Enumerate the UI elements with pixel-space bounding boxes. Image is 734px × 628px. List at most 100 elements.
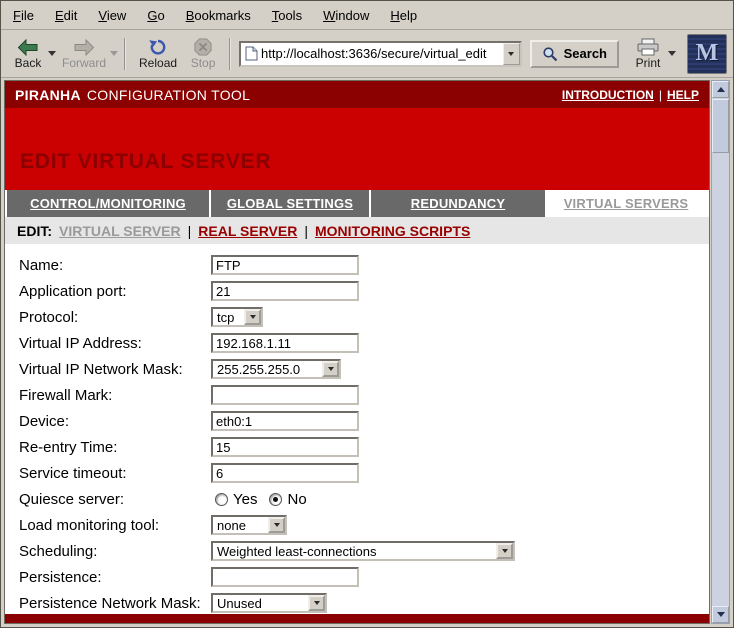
scheduling-select[interactable]: Weighted least-connections — [211, 541, 515, 561]
toolbar-separator — [124, 38, 127, 70]
menu-help[interactable]: Help — [390, 8, 417, 23]
menu-view[interactable]: View — [98, 8, 126, 23]
print-dropdown-button[interactable] — [666, 37, 677, 71]
form-row: Persistence: — [5, 564, 709, 590]
radio-label: No — [287, 491, 306, 508]
url-dropdown-button[interactable] — [503, 43, 520, 65]
form-row: Scheduling: Weighted least-connections — [5, 538, 709, 564]
edit-subnav: EDIT: VIRTUAL SERVER | REAL SERVER | MON… — [5, 217, 709, 244]
field-label: Application port: — [19, 283, 211, 300]
quiesce-no-radio[interactable] — [269, 493, 282, 506]
form-row: Protocol: tcp — [5, 304, 709, 330]
field-label: Virtual IP Network Mask: — [19, 361, 211, 378]
chevron-down-icon — [48, 51, 56, 56]
quiesce-radio-group: Yes No — [211, 491, 315, 508]
field-label: Quiesce server: — [19, 491, 211, 508]
tab-redundancy[interactable]: REDUNDANCY — [371, 190, 545, 217]
radio-label: Yes — [233, 491, 257, 508]
tab-global-settings[interactable]: GLOBAL SETTINGS — [211, 190, 369, 217]
persistence-netmask-select[interactable]: Unused — [211, 593, 327, 613]
menu-tools[interactable]: Tools — [272, 8, 302, 23]
menu-go[interactable]: Go — [147, 8, 164, 23]
page-icon — [245, 46, 258, 61]
back-button[interactable]: Back — [7, 36, 49, 72]
stop-label: Stop — [191, 57, 216, 69]
menu-window[interactable]: Window — [323, 8, 369, 23]
tab-virtual-servers[interactable]: VIRTUAL SERVERS — [547, 190, 705, 217]
reentry-time-field[interactable] — [211, 437, 359, 457]
virtual-ip-netmask-select[interactable]: 255.255.255.0 — [211, 359, 341, 379]
virtual-server-link[interactable]: VIRTUAL SERVER — [59, 223, 181, 239]
stop-button[interactable]: Stop — [182, 35, 224, 72]
scroll-up-button[interactable] — [712, 81, 729, 98]
load-monitoring-select[interactable]: none — [211, 515, 287, 535]
arrow-up-icon — [717, 87, 725, 92]
mozilla-logo-icon[interactable]: M — [687, 34, 727, 74]
field-label: Scheduling: — [19, 543, 211, 560]
dropdown-arrow-icon — [322, 361, 339, 377]
toolbar: Back Forward Reload Stop — [1, 30, 733, 78]
chevron-down-icon — [508, 52, 514, 56]
selected-value: none — [213, 517, 268, 533]
piranha-header: PIRANHA CONFIGURATION TOOL INTRODUCTION … — [5, 81, 709, 108]
scrollbar-thumb[interactable] — [712, 99, 729, 153]
form-row: Device: — [5, 408, 709, 434]
browser-viewport: PIRANHA CONFIGURATION TOOL INTRODUCTION … — [4, 80, 710, 624]
form-row: Application port: — [5, 278, 709, 304]
monitoring-scripts-link[interactable]: MONITORING SCRIPTS — [315, 223, 470, 239]
service-timeout-field[interactable] — [211, 463, 359, 483]
red-banner: EDIT VIRTUAL SERVER — [5, 108, 709, 190]
selected-value: tcp — [213, 309, 244, 325]
menu-file[interactable]: File — [13, 8, 34, 23]
printer-icon — [636, 38, 660, 56]
persistence-field[interactable] — [211, 567, 359, 587]
help-link[interactable]: HELP — [667, 88, 699, 102]
reload-button[interactable]: Reload — [134, 35, 182, 72]
tab-bar: CONTROL/MONITORING GLOBAL SETTINGS REDUN… — [5, 190, 709, 217]
menu-bookmarks[interactable]: Bookmarks — [186, 8, 251, 23]
device-field[interactable] — [211, 411, 359, 431]
dropdown-arrow-icon — [496, 543, 513, 559]
forward-dropdown-button[interactable] — [108, 37, 119, 71]
selected-value: Unused — [213, 595, 308, 611]
virtual-ip-address-field[interactable] — [211, 333, 359, 353]
dropdown-arrow-icon — [308, 595, 325, 611]
form-row: Load monitoring tool: none — [5, 512, 709, 538]
menu-edit[interactable]: Edit — [55, 8, 77, 23]
vertical-scrollbar[interactable] — [711, 80, 730, 624]
field-label: Virtual IP Address: — [19, 335, 211, 352]
virtual-server-form: Name: Application port: Protocol: tcp Vi… — [5, 244, 709, 616]
protocol-select[interactable]: tcp — [211, 307, 263, 327]
print-button[interactable]: Print — [627, 35, 669, 72]
quiesce-yes-radio[interactable] — [215, 493, 228, 506]
field-label: Protocol: — [19, 309, 211, 326]
url-input[interactable] — [258, 43, 503, 65]
chevron-down-icon — [668, 51, 676, 56]
form-row: Name: — [5, 252, 709, 278]
scroll-down-button[interactable] — [712, 606, 729, 623]
selected-value: Weighted least-connections — [213, 543, 496, 559]
search-button[interactable]: Search — [530, 40, 619, 68]
real-server-link[interactable]: REAL SERVER — [198, 223, 297, 239]
forward-button[interactable]: Forward — [57, 36, 111, 72]
dropdown-arrow-icon — [268, 517, 285, 533]
tab-control-monitoring[interactable]: CONTROL/MONITORING — [7, 190, 209, 217]
toolbar-grip — [229, 38, 232, 70]
field-label: Name: — [19, 257, 211, 274]
firewall-mark-field[interactable] — [211, 385, 359, 405]
forward-label: Forward — [62, 57, 106, 69]
brand-subtitle: CONFIGURATION TOOL — [87, 87, 250, 103]
application-port-field[interactable] — [211, 281, 359, 301]
reload-label: Reload — [139, 57, 177, 69]
url-area: Search — [239, 40, 619, 68]
name-field[interactable] — [211, 255, 359, 275]
back-arrow-icon — [17, 39, 39, 56]
introduction-link[interactable]: INTRODUCTION — [562, 88, 654, 102]
back-dropdown-button[interactable] — [46, 37, 57, 71]
print-label: Print — [636, 57, 661, 69]
next-section-bar — [5, 614, 709, 623]
form-row: Persistence Network Mask: Unused — [5, 590, 709, 616]
search-label: Search — [564, 46, 607, 61]
form-row: Service timeout: — [5, 460, 709, 486]
field-label: Re-entry Time: — [19, 439, 211, 456]
